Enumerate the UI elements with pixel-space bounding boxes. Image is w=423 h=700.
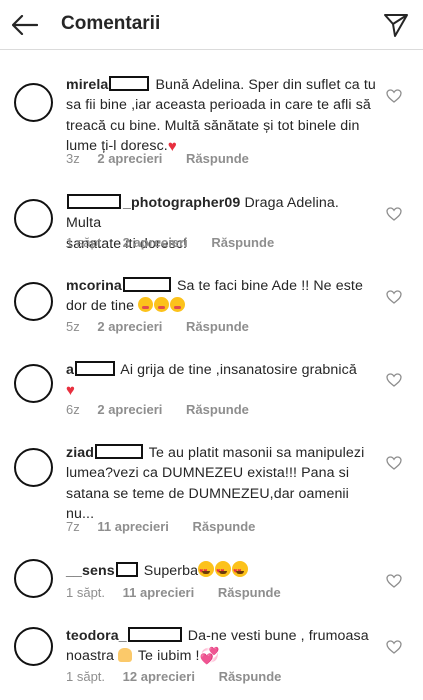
comment-text: mirela Bună Adelina. Sper din suflet ca … (66, 76, 376, 156)
comment-meta: 6z 2 aprecieri Răspunde (66, 402, 249, 417)
likes-count[interactable]: 12 aprecieri (123, 669, 195, 684)
redaction-box (75, 361, 115, 376)
comment-time: 6z (66, 402, 80, 417)
avatar[interactable] (14, 448, 53, 487)
reply-button[interactable]: Răspunde (219, 669, 282, 684)
kiss-face-emoji-icon (154, 297, 170, 313)
praying-hands-emoji-icon (118, 648, 133, 663)
comment-text: ziad Te au platit masonii sa manipulezi … (66, 444, 365, 523)
redaction-box (109, 76, 150, 91)
reply-button[interactable]: Răspunde (193, 519, 256, 534)
reply-button[interactable]: Răspunde (186, 402, 249, 417)
like-heart-icon[interactable] (385, 454, 403, 472)
comment-username[interactable]: teodora_ (66, 628, 127, 644)
heart-eyes-emoji-icon (215, 561, 232, 582)
comment-time: 1 săpt. (66, 235, 106, 250)
kiss-face-emoji-icon (138, 297, 154, 313)
likes-count[interactable]: 11 aprecieri (123, 585, 195, 600)
page-title: Comentarii (61, 13, 161, 34)
comment-text: mcorina Sa te faci bine Ade !! Ne este d… (66, 277, 363, 315)
like-heart-icon[interactable] (385, 638, 403, 656)
comment-username[interactable]: __sens (66, 563, 115, 579)
heart-eyes-emoji-icon (198, 561, 215, 582)
comment-time: 7z (66, 519, 80, 534)
red-heart-emoji-icon: ♥ (66, 382, 76, 400)
comment-time: 5z (66, 319, 80, 334)
reply-button[interactable]: Răspunde (211, 235, 274, 250)
comment-username[interactable]: ziad (66, 445, 94, 461)
like-heart-icon[interactable] (385, 371, 403, 389)
avatar[interactable] (14, 364, 53, 403)
likes-count[interactable]: 11 aprecieri (97, 519, 169, 534)
back-arrow-icon[interactable] (8, 8, 42, 42)
comment-username[interactable]: mcorina (66, 278, 122, 294)
redaction-box (95, 444, 143, 459)
avatar[interactable] (14, 199, 53, 238)
like-heart-icon[interactable] (385, 288, 403, 306)
comment-meta: 7z 11 aprecieri Răspunde (66, 519, 255, 534)
kiss-face-emoji-icon (170, 297, 186, 313)
comment-text: teodora_ Da-ne vesti bune , frumoasa noa… (66, 626, 376, 668)
avatar[interactable] (14, 627, 53, 666)
paper-plane-icon[interactable] (379, 8, 413, 42)
likes-count[interactable]: 2 aprecieri (97, 151, 162, 166)
sparkling-heart-emoji-icon: 💞 (199, 648, 220, 666)
top-bar: Comentarii (0, 0, 423, 50)
comment-username[interactable]: _photographer09 (123, 195, 240, 211)
like-heart-icon[interactable] (385, 87, 403, 105)
avatar[interactable] (14, 282, 53, 321)
reply-button[interactable]: Răspunde (218, 585, 281, 600)
redaction-box (127, 627, 182, 642)
like-heart-icon[interactable] (385, 205, 403, 223)
comment-text: __sens Superba (66, 561, 376, 582)
likes-count[interactable]: 2 aprecieri (97, 402, 162, 417)
comment-meta: 1 săpt. 12 aprecieri Răspunde (66, 669, 281, 684)
comment-meta: 5z 2 aprecieri Răspunde (66, 319, 249, 334)
heart-eyes-emoji-icon (232, 561, 249, 582)
reply-button[interactable]: Răspunde (186, 319, 249, 334)
reply-button[interactable]: Răspunde (186, 151, 249, 166)
avatar[interactable] (14, 83, 53, 122)
redaction-box (122, 277, 171, 292)
comment-meta: 1 săpt. 11 aprecieri Răspunde (66, 585, 281, 600)
comment-username[interactable]: a (66, 362, 74, 378)
comment-meta: 3z 2 aprecieri Răspunde (66, 151, 249, 166)
avatar[interactable] (14, 559, 53, 598)
redaction-box (67, 194, 121, 209)
redaction-box (115, 562, 138, 577)
likes-count[interactable]: 2 aprecieri (123, 235, 188, 250)
comment-username[interactable]: mirela (66, 77, 108, 93)
comment-time: 1 săpt. (66, 669, 106, 684)
comment-time: 1 săpt. (66, 585, 106, 600)
like-heart-icon[interactable] (385, 572, 403, 590)
comment-text: a Ai grija de tine ,insanatosire grabnic… (66, 361, 357, 400)
likes-count[interactable]: 2 aprecieri (97, 319, 162, 334)
comment-time: 3z (66, 151, 80, 166)
comment-meta: 1 săpt. 2 aprecieri Răspunde (66, 235, 274, 250)
